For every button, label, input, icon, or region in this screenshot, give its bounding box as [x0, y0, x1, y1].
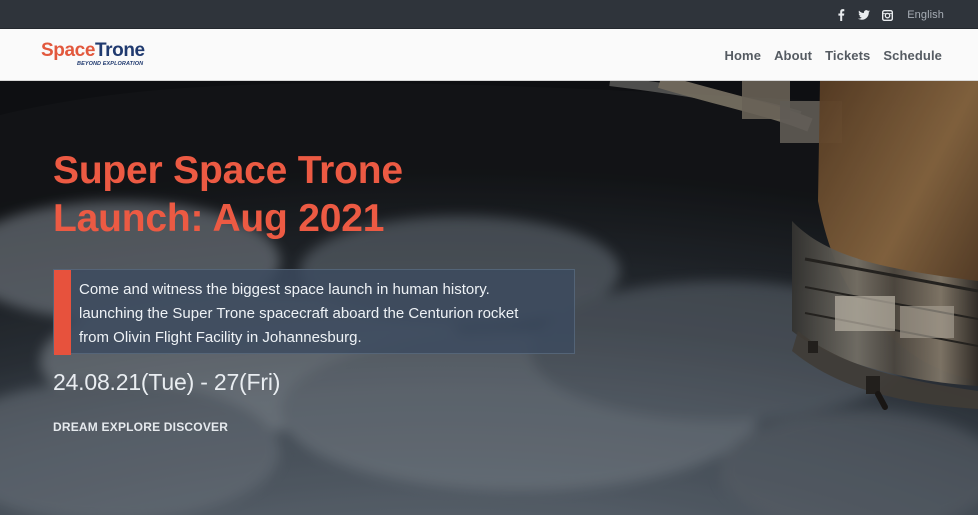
brand-name-part1: Space: [41, 40, 95, 61]
nav-link-tickets[interactable]: Tickets: [825, 48, 870, 63]
brand-tagline: BEYOND EXPLORATION: [77, 61, 144, 67]
hero-title: Super Space Trone Launch: Aug 2021: [53, 147, 613, 243]
hero-description-line-1: Come and witness the biggest space launc…: [79, 281, 490, 298]
twitter-icon[interactable]: [858, 9, 871, 21]
brand-name-part2: Trone: [94, 40, 145, 61]
nav-link-schedule[interactable]: Schedule: [883, 48, 942, 63]
description-accent-bar: [54, 270, 71, 355]
hero-title-line-1: Super Space Trone: [53, 149, 403, 192]
brand-logo[interactable]: SpaceTrone BEYOND EXPLORATION: [41, 41, 151, 71]
hero-section: Super Space Trone Launch: Aug 2021 Come …: [0, 81, 978, 515]
launch-date: 24.08.21(Tue) - 27(Fri): [53, 369, 281, 395]
language-selector[interactable]: English: [907, 9, 944, 21]
hero-content: Super Space Trone Launch: Aug 2021 Come …: [53, 147, 613, 434]
facebook-icon[interactable]: [835, 9, 847, 21]
top-bar: English: [0, 0, 978, 29]
hero-title-line-2: Launch: Aug 2021: [53, 197, 385, 240]
brand-wordmark: SpaceTrone: [41, 41, 151, 60]
hero-description-line-3: from Olivin Flight Facility in Johannesb…: [79, 329, 362, 346]
hero-tagline: DREAM EXPLORE DISCOVER: [53, 420, 229, 434]
social-links: English: [835, 7, 944, 23]
hero-description: Come and witness the biggest space launc…: [79, 278, 569, 350]
nav-link-about[interactable]: About: [774, 48, 812, 63]
primary-nav: Home About Tickets Schedule: [725, 29, 942, 81]
hero-description-box: Come and witness the biggest space launc…: [53, 269, 575, 355]
instagram-icon[interactable]: [881, 9, 893, 21]
main-navbar: SpaceTrone BEYOND EXPLORATION Home About…: [0, 29, 978, 81]
nav-link-home[interactable]: Home: [725, 48, 762, 63]
hero-description-line-2: launching the Super Trone spacecraft abo…: [79, 305, 519, 322]
